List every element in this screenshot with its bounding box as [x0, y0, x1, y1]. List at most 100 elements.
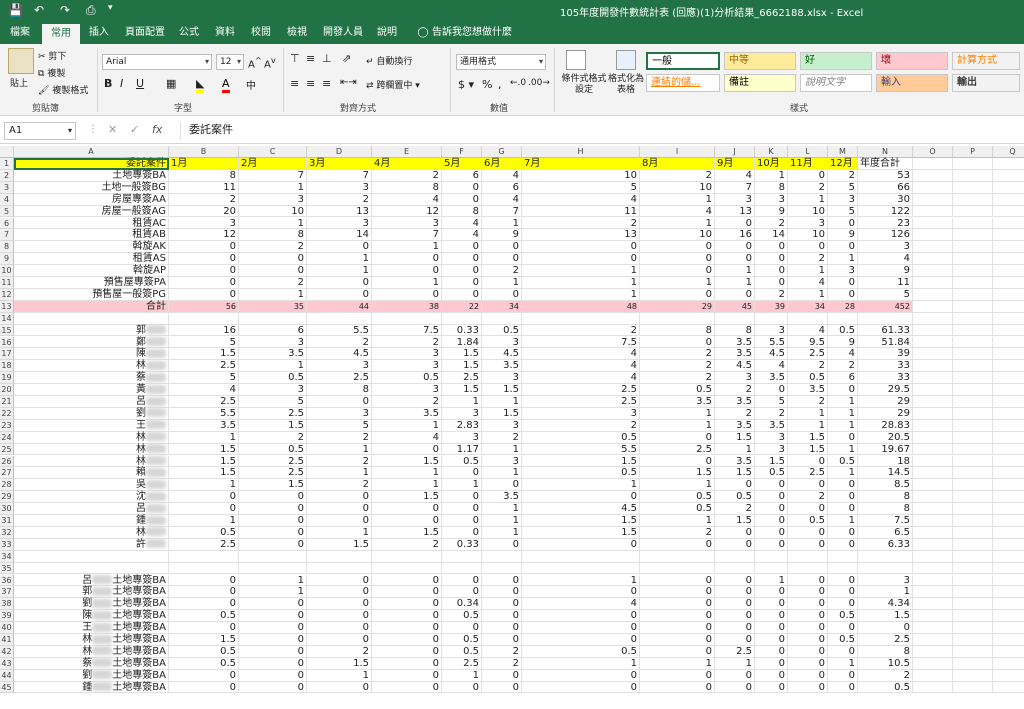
row-label-cell[interactable]: 許 — [14, 538, 169, 551]
data-cell[interactable] — [307, 550, 372, 563]
data-cell[interactable]: 7 — [482, 205, 522, 218]
row-header[interactable]: 32 — [0, 526, 14, 539]
data-cell[interactable] — [993, 598, 1024, 611]
data-cell[interactable] — [993, 265, 1024, 277]
row-header[interactable]: 31 — [0, 515, 14, 527]
name-box[interactable]: A1 ▾ — [4, 122, 76, 140]
data-cell[interactable] — [913, 467, 953, 480]
data-cell[interactable]: 0 — [307, 681, 372, 694]
data-cell[interactable]: 8 — [169, 169, 239, 182]
data-cell[interactable]: 5 — [239, 396, 307, 408]
data-cell[interactable] — [913, 265, 953, 277]
data-cell[interactable]: 48 — [522, 300, 640, 313]
data-cell[interactable]: 0 — [239, 669, 307, 682]
data-cell[interactable]: 1 — [788, 193, 828, 206]
data-cell[interactable]: 1.5 — [169, 348, 239, 361]
data-cell[interactable]: 0 — [788, 622, 828, 634]
data-cell[interactable]: 1 — [522, 277, 640, 289]
data-cell[interactable]: 0 — [788, 574, 828, 587]
data-cell[interactable]: 0 — [640, 574, 715, 587]
data-cell[interactable]: 0 — [372, 634, 442, 646]
data-cell[interactable]: 0 — [442, 491, 482, 504]
data-cell[interactable]: 3.5 — [755, 419, 788, 432]
data-cell[interactable]: 1 — [828, 467, 858, 480]
row-label-cell[interactable]: 林土地專簽BA — [14, 634, 169, 646]
cut-button[interactable]: ✂ 剪下 — [38, 49, 66, 62]
data-cell[interactable]: 4 — [858, 253, 913, 266]
tab-file[interactable]: 檔案 — [4, 22, 36, 44]
data-cell[interactable] — [913, 491, 953, 504]
data-cell[interactable]: 0.5 — [640, 384, 715, 396]
data-cell[interactable] — [913, 681, 953, 694]
data-cell[interactable]: 8 — [858, 645, 913, 658]
data-cell[interactable]: 2.5 — [522, 396, 640, 408]
data-cell[interactable]: 3.5 — [715, 396, 755, 408]
data-cell[interactable]: 5 — [828, 181, 858, 194]
data-cell[interactable]: 1 — [522, 574, 640, 587]
data-cell[interactable]: 0 — [828, 586, 858, 599]
data-cell[interactable]: 1 — [640, 419, 715, 432]
style-normal[interactable]: 一般 — [646, 52, 720, 70]
data-cell[interactable]: 7.5 — [522, 336, 640, 349]
data-cell[interactable]: 3 — [482, 372, 522, 385]
row-label-cell[interactable]: 斡旋AP — [14, 265, 169, 277]
row-header[interactable]: 45 — [0, 681, 14, 694]
data-cell[interactable]: 0 — [442, 467, 482, 480]
align-bottom-icon[interactable]: ⊥ — [322, 52, 332, 65]
data-cell[interactable] — [993, 682, 1024, 694]
data-cell[interactable] — [993, 301, 1024, 313]
data-cell[interactable]: 1 — [715, 265, 755, 277]
data-cell[interactable]: 3 — [715, 372, 755, 385]
data-cell[interactable]: 1.5 — [522, 455, 640, 468]
data-cell[interactable]: 0 — [788, 586, 828, 599]
data-cell[interactable]: 1 — [788, 407, 828, 420]
row-label-cell[interactable]: 房屋一般簽AG — [14, 205, 169, 218]
data-cell[interactable]: 1 — [828, 407, 858, 420]
row-header[interactable]: 2 — [0, 169, 14, 182]
data-cell[interactable]: 0 — [755, 634, 788, 646]
data-cell[interactable]: 1.5 — [372, 526, 442, 539]
data-cell[interactable] — [953, 229, 993, 242]
data-cell[interactable]: 0 — [755, 253, 788, 266]
row-label-cell[interactable]: 陳土地專簽BA — [14, 610, 169, 623]
data-cell[interactable]: 3.5 — [715, 336, 755, 349]
format-painter-button[interactable]: 🖌 複製格式 — [38, 83, 88, 96]
data-cell[interactable]: 1 — [788, 265, 828, 277]
data-cell[interactable]: 0 — [169, 622, 239, 634]
data-cell[interactable] — [913, 455, 953, 468]
data-cell[interactable]: 0 — [640, 598, 715, 611]
data-cell[interactable]: 1.5 — [442, 348, 482, 361]
data-cell[interactable]: 8.5 — [858, 479, 913, 492]
data-cell[interactable]: 44 — [307, 300, 372, 313]
data-cell[interactable]: 10.5 — [858, 657, 913, 670]
data-cell[interactable]: 0 — [442, 622, 482, 634]
data-cell[interactable]: 0 — [307, 622, 372, 634]
data-cell[interactable] — [522, 562, 640, 575]
data-cell[interactable] — [828, 312, 858, 325]
data-cell[interactable] — [953, 645, 993, 658]
data-cell[interactable]: 0 — [755, 265, 788, 277]
data-cell[interactable]: 0 — [755, 384, 788, 396]
header-cell[interactable]: 1月 — [169, 158, 239, 170]
data-cell[interactable]: 3 — [372, 348, 442, 361]
data-cell[interactable]: 0.5 — [858, 681, 913, 694]
row-label-cell[interactable]: 蔡土地專簽BA — [14, 657, 169, 670]
data-cell[interactable]: 2 — [640, 526, 715, 539]
undo-icon[interactable]: ↶ — [34, 3, 44, 17]
data-cell[interactable]: 0 — [640, 669, 715, 682]
style-calculation[interactable]: 計算方式 — [952, 52, 1020, 70]
align-middle-icon[interactable]: ≡ — [306, 52, 315, 65]
data-cell[interactable] — [993, 586, 1024, 599]
data-cell[interactable]: 0 — [522, 610, 640, 623]
data-cell[interactable] — [993, 515, 1024, 527]
data-cell[interactable] — [913, 277, 953, 289]
data-cell[interactable]: 0 — [828, 217, 858, 230]
data-cell[interactable]: 0 — [169, 598, 239, 611]
data-cell[interactable]: 0 — [307, 586, 372, 599]
tab-review[interactable]: 校閱 — [246, 22, 276, 44]
data-cell[interactable]: 0 — [828, 538, 858, 551]
data-cell[interactable]: 34 — [482, 300, 522, 313]
data-cell[interactable]: 2 — [522, 419, 640, 432]
data-cell[interactable]: 8 — [307, 384, 372, 396]
row-header[interactable]: 16 — [0, 336, 14, 349]
